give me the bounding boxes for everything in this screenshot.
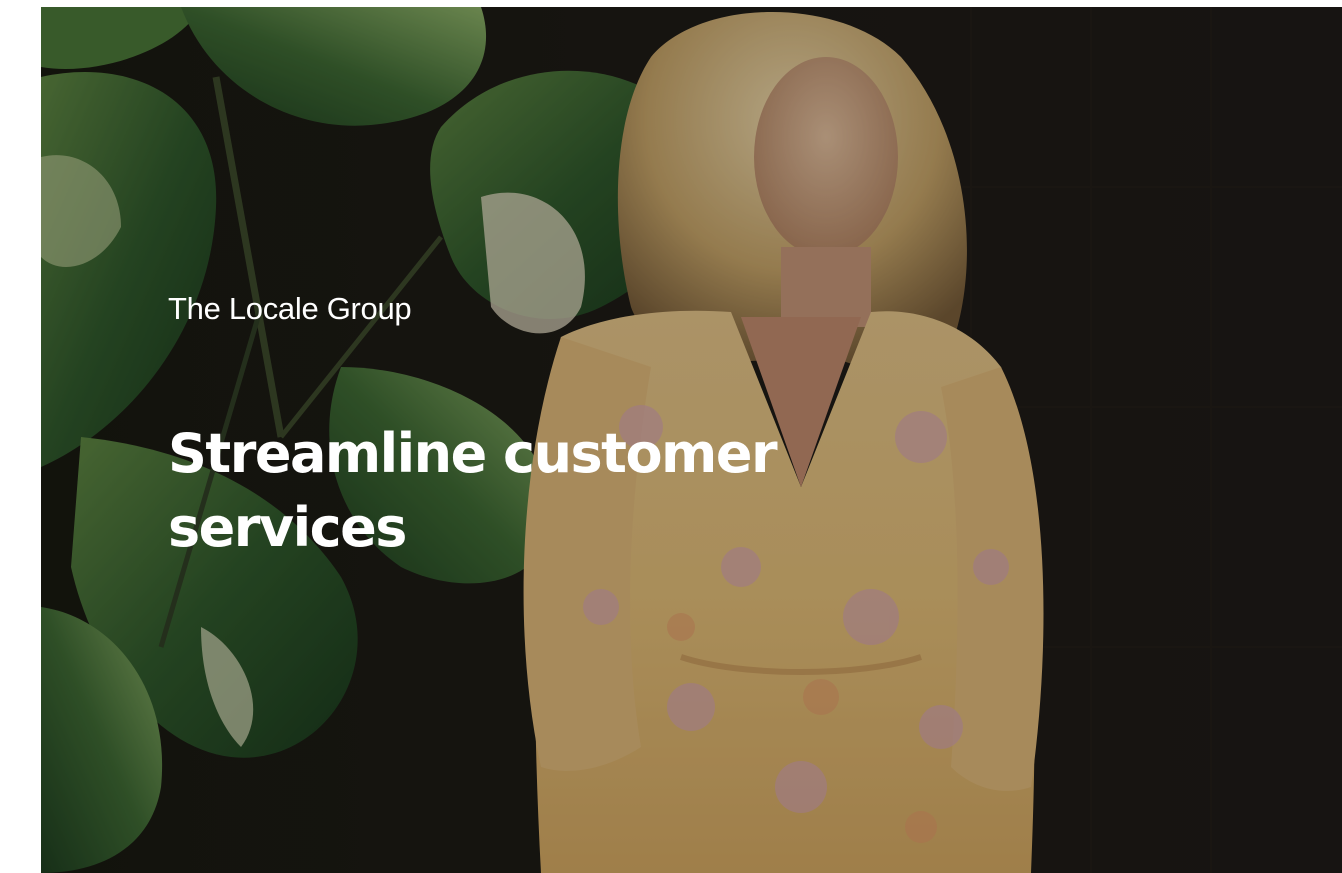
- company-name: The Locale Group: [168, 291, 412, 326]
- hero-content: The Locale Group Streamline customer ser…: [168, 285, 968, 565]
- hero-headline: Streamline customer services: [168, 422, 778, 559]
- hero-banner: The Locale Group Streamline customer ser…: [41, 7, 1342, 873]
- page: The Locale Group Streamline customer ser…: [0, 0, 1342, 873]
